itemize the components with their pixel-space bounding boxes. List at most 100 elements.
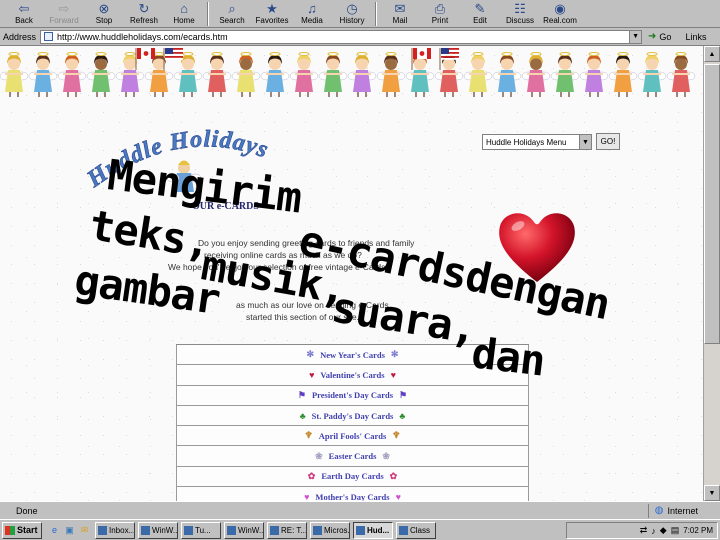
flag-icon: ⚑ [399, 389, 408, 400]
links-button[interactable]: Links [685, 32, 706, 42]
window-icon [98, 525, 107, 535]
start-button[interactable]: Start [2, 521, 42, 539]
media-icon: ♫ [307, 1, 317, 16]
angel-doll [86, 52, 116, 97]
clipboard-icon[interactable]: ▤ [671, 525, 680, 536]
heart-icon: ♥ [304, 491, 310, 501]
taskbar-task-button[interactable]: RE: T... [267, 521, 307, 539]
window-icon [227, 525, 236, 535]
task-label: WinW... [238, 525, 264, 535]
status-bar: Done ◍ Internet [0, 501, 720, 519]
section-title: OUR e-CARDS [192, 201, 259, 212]
angel-doll [202, 52, 232, 97]
huddle-holidays-logo[interactable]: Huddle Holidays [84, 116, 324, 206]
page-icon [44, 32, 54, 41]
windows-logo-icon [5, 525, 15, 535]
back-button[interactable]: ⇦ Back [4, 0, 44, 28]
task-label: Hud... [367, 525, 390, 535]
media-button[interactable]: ♫ Media [292, 0, 332, 28]
taskbar-task-button[interactable]: Hud... [353, 521, 393, 539]
card-link[interactable]: April Fools' Cards [319, 431, 387, 441]
angel-doll [115, 52, 145, 97]
network-icon[interactable]: ⇄ [640, 525, 648, 536]
heart-icon: ♥ [309, 369, 315, 380]
print-button[interactable]: ⎙ Print [420, 0, 460, 28]
bunny-icon: ❀ [315, 450, 323, 461]
home-button[interactable]: ⌂ Home [164, 0, 204, 28]
angel-doll [231, 52, 261, 97]
red-heart-image [499, 213, 575, 282]
volume-icon[interactable]: ♪ [651, 526, 656, 536]
card-link[interactable]: New Year's Cards [320, 350, 385, 360]
taskbar-task-button[interactable]: WinW... [138, 521, 178, 539]
vertical-scrollbar[interactable]: ▲ ▼ [703, 46, 720, 501]
ie-icon[interactable]: e [48, 524, 61, 537]
taskbar-task-button[interactable]: Micros... [310, 521, 350, 539]
chevron-down-icon[interactable]: ▼ [579, 135, 591, 149]
refresh-icon: ↻ [138, 1, 150, 16]
arrow-left-icon: ⇦ [18, 1, 30, 16]
search-button[interactable]: ⌕ Search [212, 0, 252, 28]
card-link[interactable]: Valentine's Cards [320, 370, 384, 380]
card-link[interactable]: Earth Day Cards [321, 471, 383, 481]
card-link[interactable]: Mother's Day Cards [315, 492, 389, 501]
real-button[interactable]: ◉ Real.com [540, 0, 580, 28]
intro-line-2: receiving online cards as much as we do? [204, 250, 362, 260]
angel-doll [463, 52, 493, 97]
taskbar: Start e ▣ ✉ Inbox... WinW... Tu... WinW... R… [0, 519, 720, 540]
taskbar-task-button[interactable]: WinW... [224, 521, 264, 539]
snowflake-icon: ✻ [306, 349, 315, 360]
browser-window: ⇦ Back ⇨ Forward ⊗ Stop ↻ Refresh ⌂ Home ⌕ Search ★ F… [0, 0, 720, 540]
task-label: Micros... [324, 525, 350, 535]
taskbar-task-button[interactable]: Class [396, 521, 436, 539]
intro-line-1: Do you enjoy sending greeting cards to f… [198, 238, 415, 248]
angel-doll [608, 52, 638, 97]
search-icon: ⌕ [228, 1, 236, 16]
angel-figure [166, 160, 202, 192]
taskbar-task-button[interactable]: Inbox... [95, 521, 135, 539]
history-button[interactable]: ◷ History [332, 0, 372, 28]
scroll-thumb[interactable] [704, 64, 720, 344]
toolbar-button-label: Edit [473, 16, 487, 25]
taskbar-task-button[interactable]: Tu... [181, 521, 221, 539]
toolbar-separator [375, 2, 377, 26]
menu-go-button[interactable]: GO! [596, 133, 620, 150]
mail-button[interactable]: ✉ Mail [380, 0, 420, 28]
toolbar-button-label: Print [431, 16, 449, 25]
forward-button[interactable]: ⇨ Forward [44, 0, 84, 28]
card-link[interactable]: Easter Cards [329, 451, 377, 461]
intro-line-4: as much as our love on sending e-Cards [236, 300, 389, 310]
toolbar-button-label: Forward [49, 16, 79, 25]
card-row: ♣ St. Paddy's Day Cards ♣ [176, 405, 529, 427]
toolbar-button-label: Mail [392, 16, 408, 25]
card-row: ✿ Earth Day Cards ✿ [176, 466, 529, 488]
card-row: ♥ Mother's Day Cards ♥ [176, 487, 529, 501]
earth-icon: ✿ [389, 470, 398, 481]
go-arrow-icon: ➜ [648, 31, 657, 42]
favorites-button[interactable]: ★ Favorites [252, 0, 292, 28]
huddle-menu-select[interactable]: Huddle Holidays Menu ▼ [482, 134, 592, 150]
scroll-up-button[interactable]: ▲ [704, 46, 720, 62]
address-dropdown-button[interactable]: ▼ [629, 30, 642, 43]
shamrock-icon: ♣ [299, 410, 306, 421]
desktop-icon[interactable]: ▣ [63, 524, 76, 537]
angel-doll [521, 52, 551, 97]
edit-button[interactable]: ✎ Edit [460, 0, 500, 28]
antivirus-icon[interactable]: ◆ [660, 525, 667, 536]
angel-doll [260, 52, 290, 97]
quick-launch: e ▣ ✉ [48, 524, 91, 537]
address-input[interactable]: http://www.huddleholidays.com/ecards.htm… [40, 29, 643, 44]
scroll-down-button[interactable]: ▼ [704, 485, 720, 501]
refresh-button[interactable]: ↻ Refresh [124, 0, 164, 28]
intro-line-5: started this section of our site. [246, 312, 359, 322]
toolbar-button-label: Media [301, 16, 323, 25]
stop-icon: ⊗ [98, 1, 110, 16]
discuss-button[interactable]: ☷ Discuss [500, 0, 540, 28]
stop-button[interactable]: ⊗ Stop [84, 0, 124, 28]
outlook-icon[interactable]: ✉ [78, 524, 91, 537]
window-icon [270, 525, 279, 535]
card-link[interactable]: St. Paddy's Day Cards [312, 411, 394, 421]
go-button[interactable]: ➜ Go [648, 31, 671, 42]
card-link[interactable]: President's Day Cards [312, 390, 393, 400]
print-icon: ⎙ [434, 1, 446, 16]
